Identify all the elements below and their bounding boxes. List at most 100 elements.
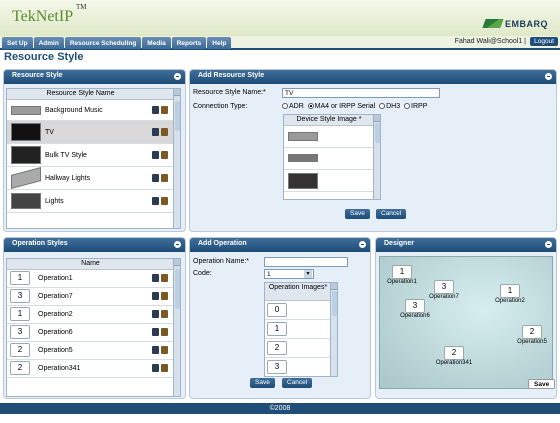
operation-styles-panel: Operation Styles Name 1 Operation1 3 Opera… — [3, 237, 186, 399]
collapse-icon[interactable] — [174, 73, 181, 80]
designer-node[interactable]: 3 Operation7 — [425, 280, 463, 300]
column-header: Name — [7, 259, 174, 270]
scrollbar[interactable] — [173, 89, 180, 228]
edit-icon[interactable] — [152, 346, 159, 354]
embarq-mark-icon — [482, 19, 504, 28]
table-row[interactable]: Background Music — [7, 100, 174, 121]
collapse-icon[interactable] — [545, 241, 552, 248]
operation-image: 0 — [267, 303, 287, 317]
nav-media[interactable]: Media — [142, 37, 171, 49]
delete-icon[interactable] — [161, 310, 168, 318]
delete-icon[interactable] — [161, 292, 168, 300]
edit-icon[interactable] — [152, 292, 159, 300]
designer-node[interactable]: 2 Operation5 — [513, 325, 551, 345]
nav-reports[interactable]: Reports — [171, 37, 207, 49]
image-option[interactable] — [284, 170, 374, 192]
edit-icon[interactable] — [152, 106, 159, 114]
cancel-button[interactable]: Cancel — [282, 378, 313, 388]
radio-dh3[interactable] — [379, 103, 386, 109]
delete-icon[interactable] — [161, 151, 168, 159]
table-row[interactable]: Bulk TV Style — [7, 144, 174, 167]
delete-icon[interactable] — [161, 128, 168, 136]
operation-image: 1 — [267, 322, 287, 336]
panel-header: Designer — [376, 238, 556, 252]
scrollbar[interactable] — [373, 115, 380, 199]
table-row[interactable]: TV — [7, 121, 174, 144]
delete-icon[interactable] — [161, 197, 168, 205]
delete-icon[interactable] — [161, 346, 168, 354]
edit-icon[interactable] — [152, 364, 159, 372]
nav-setup[interactable]: Set Up — [2, 37, 33, 49]
delete-icon[interactable] — [161, 274, 168, 282]
column-header: Operation Images* — [265, 283, 331, 301]
delete-icon[interactable] — [161, 106, 168, 114]
table-row[interactable]: 1 Operation2 — [7, 306, 174, 324]
edit-icon[interactable] — [152, 128, 159, 136]
image-option[interactable]: 2 — [265, 339, 331, 358]
designer-node[interactable]: 1 Operation1 — [384, 265, 420, 285]
table-row[interactable]: Hallway Lights — [7, 166, 174, 190]
radio-ma4-irpp-serial[interactable] — [307, 103, 314, 109]
scrollbar[interactable] — [330, 283, 337, 376]
resource-style-table: Resource Style Name Background Music TV … — [6, 88, 181, 229]
radio-irpp[interactable] — [404, 103, 411, 109]
resource-style-name-input[interactable]: TV — [282, 88, 440, 98]
code-label: Code: — [193, 270, 212, 277]
image-option[interactable] — [284, 148, 374, 170]
app-logo: TekNetIP TM — [12, 3, 87, 25]
edit-icon[interactable] — [152, 274, 159, 282]
nav-resource-scheduling[interactable]: Resource Scheduling — [64, 37, 142, 49]
designer-canvas[interactable]: 1 Operation1 3 Operation7 1 Operation2 3 Ope… — [379, 256, 553, 389]
image-option[interactable] — [284, 126, 374, 148]
operation-image: 2 — [267, 341, 287, 355]
panel-header: Resource Style — [4, 70, 185, 84]
designer-node[interactable]: 2 Operation341 — [432, 346, 476, 366]
collapse-icon[interactable] — [174, 241, 181, 248]
nav-admin[interactable]: Admin — [33, 37, 64, 49]
column-header: Resource Style Name — [7, 89, 174, 100]
page-title: Resource Style — [4, 51, 84, 63]
code-select[interactable]: 1 ▾ — [264, 269, 314, 279]
table-row[interactable]: 1 Operation1 — [7, 270, 174, 288]
table-row[interactable]: 3 Operation7 — [7, 288, 174, 306]
operation-name-input[interactable] — [264, 257, 348, 267]
edit-icon[interactable] — [152, 174, 159, 182]
edit-icon[interactable] — [152, 197, 159, 205]
operation-image: 3 — [10, 325, 30, 339]
delete-icon[interactable] — [161, 174, 168, 182]
collapse-icon[interactable] — [359, 241, 366, 248]
table-row[interactable]: 3 Operation6 — [7, 324, 174, 342]
edit-icon[interactable] — [152, 328, 159, 336]
save-button[interactable]: Save — [345, 209, 370, 219]
designer-node[interactable]: 3 Operation6 — [396, 299, 434, 319]
device-thumbnail — [11, 193, 41, 209]
table-row[interactable]: 2 Operation341 — [7, 360, 174, 378]
chevron-down-icon[interactable]: ▾ — [304, 270, 312, 278]
image-option[interactable]: 0 — [265, 301, 331, 320]
scrollbar[interactable] — [173, 259, 180, 396]
operation-name-label: Operation Name:* — [193, 258, 250, 265]
radio-adr[interactable] — [282, 103, 288, 109]
resource-style-name-label: Resource Style Name:* — [193, 89, 266, 96]
device-thumbnail — [11, 123, 41, 141]
table-row[interactable]: Lights — [7, 190, 174, 213]
collapse-icon[interactable] — [545, 73, 552, 80]
image-option[interactable]: 3 — [265, 358, 331, 376]
edit-icon[interactable] — [152, 151, 159, 159]
device-style-image-list: Device Style Image * — [283, 114, 381, 200]
delete-icon[interactable] — [161, 328, 168, 336]
delete-icon[interactable] — [161, 364, 168, 372]
cancel-button[interactable]: Cancel — [376, 209, 407, 219]
designer-node[interactable]: 1 Operation2 — [491, 284, 529, 304]
logout-button[interactable]: Logout — [530, 37, 558, 46]
operation-image: 2 — [10, 361, 30, 375]
save-button[interactable]: Save — [528, 379, 556, 389]
edit-icon[interactable] — [152, 310, 159, 318]
nav-help[interactable]: Help — [207, 37, 232, 49]
save-button[interactable]: Save — [250, 378, 275, 388]
operation-image: 3 — [267, 360, 287, 374]
image-option[interactable]: 1 — [265, 320, 331, 339]
operation-image: 3 — [10, 289, 30, 303]
table-row[interactable]: 2 Operation5 — [7, 342, 174, 360]
device-thumbnail — [288, 132, 318, 141]
